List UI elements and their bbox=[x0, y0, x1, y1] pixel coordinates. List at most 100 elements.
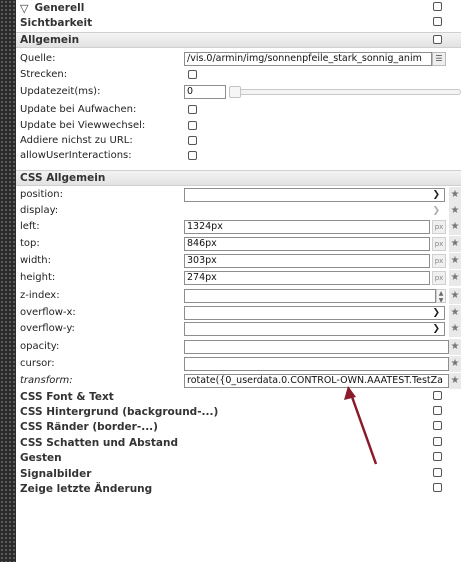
star-icon[interactable]: ★ bbox=[449, 339, 461, 355]
cursor-label: cursor: bbox=[20, 358, 55, 369]
left-label: left: bbox=[20, 221, 40, 232]
star-icon[interactable]: ★ bbox=[449, 305, 461, 321]
display-label: display: bbox=[20, 205, 59, 216]
unit-button[interactable]: px bbox=[432, 254, 446, 268]
star-icon[interactable]: ★ bbox=[449, 253, 461, 269]
group-generell[interactable]: ▽ Generell bbox=[16, 0, 461, 16]
width-input[interactable]: 303px bbox=[184, 254, 430, 268]
group-gesten-label: Gesten bbox=[20, 452, 62, 464]
updatezeit-input[interactable]: 0 bbox=[184, 85, 226, 99]
group-css-font-label: CSS Font & Text bbox=[20, 391, 114, 403]
group-letzte-aenderung-checkbox[interactable] bbox=[433, 483, 442, 492]
position-label: position: bbox=[20, 189, 63, 200]
group-css-raender-checkbox[interactable] bbox=[433, 421, 442, 430]
allow-user-interactions-label: allowUserInteractions: bbox=[20, 150, 132, 161]
left-input[interactable]: 1324px bbox=[184, 220, 430, 234]
strecken-label: Strecken: bbox=[20, 69, 68, 80]
group-sichtbarkeit[interactable]: Sichtbarkeit bbox=[16, 15, 461, 31]
group-css-font-checkbox[interactable] bbox=[433, 391, 442, 400]
row-opacity: opacity: ★ bbox=[16, 339, 461, 355]
row-quelle: Quelle: /vis.0/armin/img/sonnenpfeile_st… bbox=[16, 51, 461, 67]
star-icon[interactable]: ★ bbox=[449, 288, 461, 304]
group-css-hintergrund-label: CSS Hintergrund (background-...) bbox=[20, 406, 219, 418]
position-select[interactable]: ❯ bbox=[184, 188, 445, 202]
chevron-down-icon: ❯ bbox=[432, 324, 440, 334]
addiere-url-label: Addiere nichst zu URL: bbox=[20, 135, 133, 146]
group-signalbilder-label: Signalbilder bbox=[20, 468, 92, 480]
overflow-x-select[interactable]: ❯ bbox=[184, 306, 445, 320]
group-sichtbarkeit-label: Sichtbarkeit bbox=[20, 17, 93, 29]
group-css-font[interactable]: CSS Font & Text bbox=[16, 389, 461, 405]
group-generell-checkbox[interactable] bbox=[433, 2, 442, 11]
top-input[interactable]: 846px bbox=[184, 237, 430, 251]
group-css-hintergrund-checkbox[interactable] bbox=[433, 406, 442, 415]
file-browse-icon[interactable]: ☰ bbox=[432, 52, 446, 66]
update-aufwachen-checkbox[interactable] bbox=[188, 105, 197, 114]
row-display: display: ❯ ★ bbox=[16, 203, 461, 219]
row-height: height: 274px px ★ bbox=[16, 270, 461, 286]
star-icon[interactable]: ★ bbox=[449, 236, 461, 252]
addiere-url-checkbox[interactable] bbox=[188, 136, 197, 145]
row-left: left: 1324px px ★ bbox=[16, 219, 461, 235]
group-gesten[interactable]: Gesten bbox=[16, 450, 461, 466]
spinner-icon[interactable]: ▲ ▼ bbox=[436, 289, 446, 304]
overflow-x-label: overflow-x: bbox=[20, 307, 76, 318]
update-viewwechsel-checkbox[interactable] bbox=[188, 121, 197, 130]
quelle-label: Quelle: bbox=[20, 53, 56, 64]
group-letzte-aenderung[interactable]: Zeige letzte Änderung bbox=[16, 481, 461, 497]
star-icon[interactable]: ★ bbox=[449, 203, 461, 219]
star-icon[interactable]: ★ bbox=[449, 356, 461, 372]
row-overflow-x: overflow-x: ❯ ★ bbox=[16, 305, 461, 321]
row-position: position: ❯ ★ bbox=[16, 187, 461, 203]
cursor-input[interactable] bbox=[184, 357, 449, 371]
row-updatezeit: Updatezeit(ms): 0 bbox=[16, 84, 461, 100]
transform-input[interactable]: rotate({0_userdata.0.CONTROL-OWN.AAATEST… bbox=[184, 374, 449, 388]
z-index-input[interactable] bbox=[184, 289, 436, 303]
left-toolbar-strip bbox=[0, 0, 16, 562]
unit-button[interactable]: px bbox=[432, 237, 446, 251]
group-sichtbarkeit-checkbox[interactable] bbox=[433, 17, 442, 26]
unit-button[interactable]: px bbox=[432, 220, 446, 234]
height-input[interactable]: 274px bbox=[184, 271, 430, 285]
updatezeit-slider[interactable] bbox=[230, 89, 461, 95]
unit-button[interactable]: px bbox=[432, 271, 446, 285]
strecken-checkbox[interactable] bbox=[188, 70, 197, 79]
height-label: height: bbox=[20, 272, 56, 283]
row-overflow-y: overflow-y: ❯ ★ bbox=[16, 321, 461, 337]
group-allgemein[interactable]: Allgemein bbox=[16, 32, 461, 48]
star-icon[interactable]: ★ bbox=[449, 270, 461, 286]
group-allgemein-checkbox[interactable] bbox=[433, 35, 442, 44]
group-css-schatten-checkbox[interactable] bbox=[433, 437, 442, 446]
chevron-down-icon: ❯ bbox=[432, 308, 440, 318]
display-select[interactable]: ❯ bbox=[184, 204, 445, 218]
chevron-down-icon: ❯ bbox=[432, 190, 440, 200]
overflow-y-select[interactable]: ❯ bbox=[184, 322, 445, 336]
group-css-hintergrund[interactable]: CSS Hintergrund (background-...) bbox=[16, 404, 461, 420]
z-index-label: z-index: bbox=[20, 290, 60, 301]
group-css-allgemein[interactable]: CSS Allgemein bbox=[16, 170, 461, 186]
group-gesten-checkbox[interactable] bbox=[433, 452, 442, 461]
star-icon[interactable]: ★ bbox=[449, 187, 461, 203]
top-label: top: bbox=[20, 238, 40, 249]
star-icon[interactable]: ★ bbox=[449, 321, 461, 337]
transform-label: transform: bbox=[20, 375, 73, 386]
row-top: top: 846px px ★ bbox=[16, 236, 461, 252]
row-strecken: Strecken: bbox=[16, 67, 461, 83]
updatezeit-slider-handle[interactable] bbox=[229, 86, 241, 98]
allow-user-interactions-checkbox[interactable] bbox=[188, 151, 197, 160]
chevron-down-icon: ❯ bbox=[432, 206, 440, 216]
quelle-input[interactable]: /vis.0/armin/img/sonnenpfeile_stark_sonn… bbox=[184, 52, 432, 66]
updatezeit-label: Updatezeit(ms): bbox=[20, 86, 101, 97]
group-css-allgemein-label: CSS Allgemein bbox=[20, 172, 106, 184]
opacity-label: opacity: bbox=[20, 341, 60, 352]
star-icon[interactable]: ★ bbox=[449, 219, 461, 235]
group-allgemein-label: Allgemein bbox=[20, 34, 80, 46]
row-cursor: cursor: ★ bbox=[16, 356, 461, 372]
filter-icon[interactable]: ▽ bbox=[20, 2, 28, 15]
group-signalbilder-checkbox[interactable] bbox=[433, 468, 442, 477]
star-icon[interactable]: ★ bbox=[449, 373, 461, 389]
opacity-input[interactable] bbox=[184, 340, 449, 354]
group-css-schatten[interactable]: CSS Schatten und Abstand bbox=[16, 435, 461, 451]
group-signalbilder[interactable]: Signalbilder bbox=[16, 466, 461, 482]
group-css-raender[interactable]: CSS Ränder (border-...) bbox=[16, 419, 461, 435]
